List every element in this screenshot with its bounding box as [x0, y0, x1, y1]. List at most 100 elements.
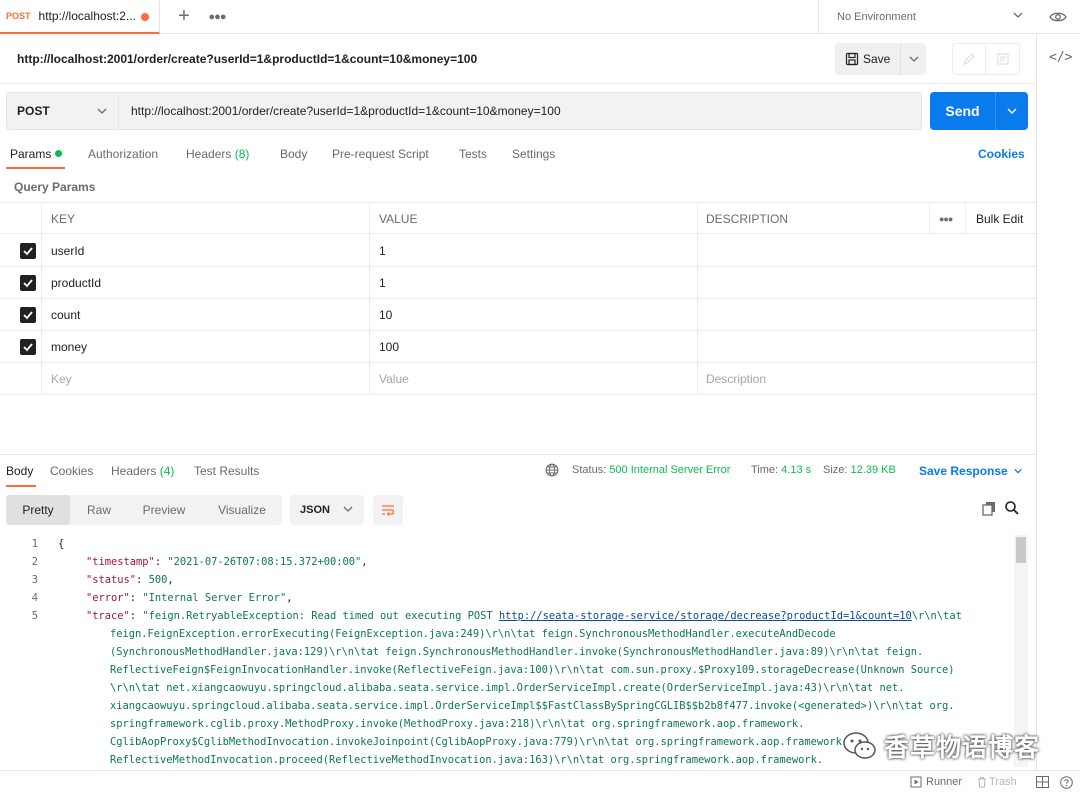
json-string: \r\n\tat	[911, 610, 962, 622]
code-snippet-icon[interactable]: </>	[1049, 50, 1072, 65]
size-label: Size:	[823, 464, 848, 476]
view-visualize-button[interactable]: Visualize	[206, 495, 278, 525]
code-line-error: "error": "Internal Server Error",	[86, 592, 293, 604]
column-header-key: KEY	[51, 212, 76, 226]
response-time[interactable]: Time: 4.13 s	[751, 464, 811, 476]
environment-quick-look-eye-icon[interactable]	[1036, 0, 1080, 34]
response-tab-body[interactable]: Body	[6, 464, 33, 478]
trash-label: Trash	[989, 776, 1017, 788]
save-disk-icon	[845, 52, 859, 66]
response-tab-cookies[interactable]: Cookies	[50, 464, 93, 478]
wrapped-line: \r\n\tat net.xiangcaowuyu.springcloud.al…	[110, 682, 905, 694]
row-checkbox[interactable]	[20, 243, 36, 259]
tab-params[interactable]: Params	[10, 147, 63, 161]
two-pane-layout-icon	[1036, 776, 1049, 788]
runner-label: Runner	[926, 776, 963, 788]
layout-toggle-button[interactable]	[1036, 776, 1049, 788]
column-header-description: DESCRIPTION	[706, 212, 789, 226]
checkmark-icon	[23, 343, 33, 352]
wrapped-line: ReflectiveFeign$FeignInvocationHandler.i…	[110, 664, 955, 676]
param-value[interactable]: 10	[379, 299, 392, 331]
table-row: money 100	[0, 331, 1036, 363]
view-preview-button[interactable]: Preview	[130, 495, 198, 525]
trace-url-link[interactable]: http://seata-storage-service/storage/dec…	[499, 610, 912, 622]
param-value[interactable]: 1	[379, 267, 386, 299]
save-dropdown-button[interactable]	[901, 43, 926, 75]
wrapped-line: springframework.cglib.proxy.MethodProxy.…	[110, 718, 805, 730]
response-tab-headers[interactable]: Headers (4)	[111, 464, 174, 478]
param-key[interactable]: productId	[51, 267, 101, 299]
search-icon[interactable]	[1004, 500, 1020, 516]
view-raw-button[interactable]: Raw	[74, 495, 124, 525]
response-status[interactable]: Status: 500 Internal Server Error	[572, 464, 730, 476]
format-select[interactable]: JSON	[290, 495, 364, 525]
chevron-down-icon	[909, 56, 918, 62]
wrap-lines-icon	[382, 505, 395, 516]
tab-headers[interactable]: Headers (8)	[186, 147, 249, 161]
column-options-more-icon[interactable]: ●●●	[939, 203, 953, 235]
new-description-input[interactable]: Description	[706, 363, 766, 395]
new-tab-plus-icon[interactable]: +	[166, 0, 202, 34]
bulk-edit-button[interactable]: Bulk Edit	[976, 203, 1023, 235]
param-key[interactable]: count	[51, 299, 80, 331]
wrapped-line: feign.FeignException.errorExecuting(Feig…	[110, 628, 836, 640]
documentation-button[interactable]	[986, 44, 1019, 74]
runner-play-icon	[910, 776, 922, 788]
json-string: "Internal Server Error"	[142, 592, 287, 604]
environment-selector[interactable]: No Environment	[818, 0, 1036, 34]
view-pretty-button[interactable]: Pretty	[6, 495, 70, 525]
json-key: "timestamp"	[86, 556, 155, 568]
param-key[interactable]: money	[51, 331, 87, 363]
tab-tests[interactable]: Tests	[459, 147, 487, 161]
status-value: 500 Internal Server Error	[609, 464, 731, 476]
query-params-title: Query Params	[14, 180, 96, 194]
cookies-link[interactable]: Cookies	[978, 147, 1025, 161]
json-key: "trace"	[86, 610, 130, 622]
code-scrollbar-thumb[interactable]	[1016, 537, 1026, 563]
row-checkbox[interactable]	[20, 339, 36, 355]
tab-authorization[interactable]: Authorization	[88, 147, 158, 161]
param-key[interactable]: userId	[51, 235, 84, 267]
column-header-value: VALUE	[379, 212, 418, 226]
url-input[interactable]	[119, 92, 922, 130]
wrap-lines-button[interactable]	[373, 495, 403, 525]
send-button[interactable]: Send	[930, 92, 996, 130]
wechat-logo-icon	[843, 732, 876, 759]
row-checkbox[interactable]	[20, 307, 36, 323]
tab-settings[interactable]: Settings	[512, 147, 555, 161]
method-select[interactable]: POST	[6, 92, 119, 130]
tab-body[interactable]: Body	[280, 147, 307, 161]
param-value[interactable]: 100	[379, 331, 399, 363]
request-tabs: Params Authorization Headers (8) Body Pr…	[0, 140, 1036, 170]
tab-title: http://localhost:2...	[38, 8, 136, 23]
new-value-input[interactable]: Value	[379, 363, 409, 395]
param-value[interactable]: 1	[379, 235, 386, 267]
new-key-input[interactable]: Key	[51, 363, 72, 395]
unsaved-dot-icon	[141, 12, 149, 21]
active-tab-indicator	[6, 485, 36, 487]
tab-prerequest-script[interactable]: Pre-request Script	[332, 147, 429, 161]
request-tab[interactable]: POST http://localhost:2...	[0, 0, 160, 34]
save-button[interactable]: Save	[835, 43, 901, 75]
help-button[interactable]	[1060, 776, 1073, 789]
more-tabs-icon[interactable]: ●●●	[202, 0, 232, 34]
line-number: 3	[31, 574, 38, 586]
runner-button[interactable]: Runner	[910, 776, 962, 788]
globe-icon[interactable]	[545, 463, 559, 477]
response-size[interactable]: Size: 12.39 KB	[823, 464, 896, 476]
request-actions	[952, 43, 1020, 75]
request-name[interactable]: http://localhost:2001/order/create?userI…	[17, 52, 477, 66]
row-checkbox[interactable]	[20, 275, 36, 291]
response-tab-test-results[interactable]: Test Results	[194, 464, 259, 478]
trash-button[interactable]: Trash	[977, 776, 1017, 788]
send-dropdown-button[interactable]	[996, 92, 1028, 130]
save-response-button[interactable]: Save Response	[919, 464, 1023, 478]
edit-button[interactable]	[953, 44, 987, 74]
json-key: "error"	[86, 592, 130, 604]
copy-icon[interactable]	[981, 500, 997, 516]
method-label: POST	[17, 104, 50, 118]
chevron-down-icon	[1014, 468, 1022, 474]
chevron-down-icon	[1007, 108, 1017, 114]
checkmark-icon	[23, 279, 33, 288]
json-key: "status"	[86, 574, 137, 586]
